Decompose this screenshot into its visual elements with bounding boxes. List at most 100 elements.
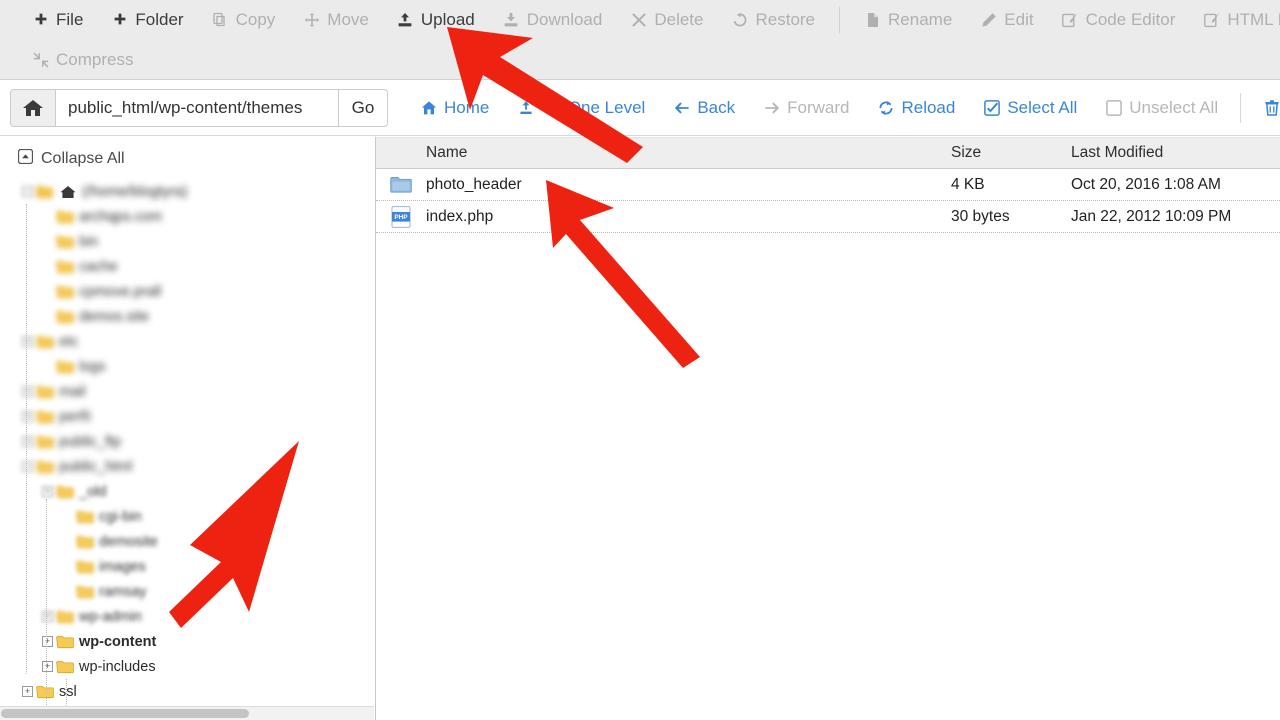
tree-expander[interactable] bbox=[62, 511, 73, 522]
tree-expander[interactable]: + bbox=[42, 486, 53, 497]
go-button[interactable]: Go bbox=[339, 88, 388, 127]
toolbar-button-label: Delete bbox=[654, 10, 704, 29]
tree-node-cpmove-prall[interactable]: cpmove.prall bbox=[0, 279, 375, 304]
column-header-size[interactable]: Size bbox=[951, 144, 1071, 162]
tree-node-public-ftp[interactable]: + public_ftp bbox=[0, 429, 375, 454]
folder-icon bbox=[56, 660, 74, 674]
toolbar-button-label: Edit bbox=[1004, 10, 1034, 29]
tree-node-ramsay[interactable]: ramsay bbox=[0, 579, 375, 604]
path-and-nav-bar: public_html/wp-content/themes Go Home Up … bbox=[0, 80, 1280, 136]
tree-expander[interactable]: + bbox=[22, 686, 33, 697]
tree-expander[interactable] bbox=[42, 211, 53, 222]
nav-button-unselect-all: Unselect All bbox=[1091, 89, 1232, 127]
tree-node-perl5[interactable]: + perl5 bbox=[0, 404, 375, 429]
tree-node-label: bin bbox=[79, 233, 99, 250]
file-modified: Jan 22, 2012 10:09 PM bbox=[1071, 207, 1232, 225]
column-header-last-modified[interactable]: Last Modified bbox=[1071, 144, 1280, 162]
tree-node-label: ramsay bbox=[99, 583, 147, 600]
nav-button-label: Home bbox=[444, 97, 490, 117]
tree-expander[interactable] bbox=[62, 561, 73, 572]
compress-icon bbox=[32, 52, 49, 69]
tree-expander[interactable] bbox=[62, 586, 73, 597]
copy-icon bbox=[212, 12, 229, 29]
nav-button-reload[interactable]: Reload bbox=[863, 89, 969, 127]
nav-button-view-trash[interactable]: View Trash bbox=[1249, 89, 1280, 127]
tree-node-archqps-com[interactable]: archqps.com bbox=[0, 204, 375, 229]
file-name[interactable]: index.php bbox=[426, 208, 951, 226]
nav-button-label: Back bbox=[697, 97, 736, 117]
tree-guide-line bbox=[46, 499, 48, 720]
file-size: 4 KB bbox=[951, 175, 985, 193]
tree-node-label: public_html bbox=[59, 458, 133, 475]
toolbar-separator bbox=[839, 7, 841, 33]
toolbar-button-delete: Delete bbox=[616, 3, 717, 37]
svg-text:PHP: PHP bbox=[394, 214, 408, 221]
collapse-all-button[interactable]: Collapse All bbox=[0, 137, 375, 179]
toolbar-button-folder[interactable]: Folder bbox=[97, 3, 197, 37]
toolbar-button-label: Folder bbox=[135, 10, 184, 29]
toolbar-button-upload[interactable]: Upload bbox=[383, 3, 489, 37]
tree-node-mail[interactable]: + mail bbox=[0, 379, 375, 404]
home-folder-icon bbox=[36, 185, 54, 199]
home-icon[interactable] bbox=[10, 88, 55, 127]
toolbar-button-label: Restore bbox=[755, 10, 816, 29]
nav-button-home[interactable]: Home bbox=[406, 89, 503, 127]
toolbar-button-label: Upload bbox=[420, 10, 475, 29]
tree-expander[interactable]: − bbox=[22, 186, 33, 197]
tree-expander[interactable] bbox=[42, 236, 53, 247]
toolbar-button-label: Copy bbox=[235, 10, 276, 29]
directory-tree-sidebar: Collapse All − (/home/blogtyra) archqps.co… bbox=[0, 137, 376, 720]
sidebar-horizontal-scrollbar[interactable] bbox=[0, 706, 374, 720]
path-input[interactable]: public_html/wp-content/themes bbox=[55, 88, 339, 127]
toolbar-button-label: Code Editor bbox=[1085, 10, 1176, 29]
arrow-right-icon bbox=[763, 99, 780, 116]
tree-node-cache[interactable]: cache bbox=[0, 254, 375, 279]
tree-node-label: wp-includes bbox=[79, 658, 156, 675]
folder-icon bbox=[76, 535, 94, 549]
tree-node-cgi-bin[interactable]: cgi-bin bbox=[0, 504, 375, 529]
tree-expander[interactable] bbox=[42, 311, 53, 322]
trash-icon bbox=[1263, 99, 1280, 116]
tree-node-label: archqps.com bbox=[79, 208, 163, 225]
tree-node-wp-content[interactable]: + wp-content bbox=[0, 629, 375, 654]
file-name[interactable]: photo_header bbox=[426, 176, 951, 194]
tree-node-label: (/home/blogtyra) bbox=[82, 183, 188, 200]
nav-button-label: Reload bbox=[901, 97, 956, 117]
tree-node-images[interactable]: images bbox=[0, 554, 375, 579]
tree-node-home-blogtyra[interactable]: − (/home/blogtyra) bbox=[0, 179, 375, 204]
file-list-header: Name Size Last Modified bbox=[376, 137, 1280, 169]
table-row[interactable]: PHP index.php 30 bytes Jan 22, 2012 10:09 P… bbox=[376, 201, 1280, 233]
scrollbar-thumb[interactable] bbox=[1, 709, 249, 718]
tree-node-label: logs bbox=[79, 358, 106, 375]
close-x-icon bbox=[630, 12, 647, 29]
tree-node-label: cache bbox=[79, 258, 118, 275]
html-editor-icon bbox=[1203, 12, 1220, 29]
toolbar-button-file[interactable]: File bbox=[18, 3, 97, 37]
path-control-group: public_html/wp-content/themes Go bbox=[10, 88, 388, 127]
tree-guide-line bbox=[26, 204, 28, 674]
tree-expander[interactable] bbox=[42, 261, 53, 272]
tree-node-etc[interactable]: + etc bbox=[0, 329, 375, 354]
nav-button-up-one-level[interactable]: Up One Level bbox=[503, 89, 659, 127]
tree-expander[interactable] bbox=[42, 286, 53, 297]
tree-node-wp-includes[interactable]: + wp-includes bbox=[0, 654, 375, 679]
tree-node-ssl[interactable]: + ssl bbox=[0, 679, 375, 704]
folder-icon bbox=[56, 310, 74, 324]
tree-node-demosite[interactable]: demosite bbox=[0, 529, 375, 554]
tree-node-old[interactable]: + _old bbox=[0, 479, 375, 504]
table-row[interactable]: photo_header 4 KB Oct 20, 2016 1:08 AM bbox=[376, 169, 1280, 201]
tree-node-label: wp-content bbox=[79, 633, 157, 650]
tree-expander[interactable] bbox=[62, 536, 73, 547]
tree-node-public-html[interactable]: − public_html bbox=[0, 454, 375, 479]
tree-node-logs[interactable]: logs bbox=[0, 354, 375, 379]
tree-node-wp-admin[interactable]: + wp-admin bbox=[0, 604, 375, 629]
toolbar-button-copy: Copy bbox=[198, 3, 290, 37]
tree-node-demos-site[interactable]: demos.site bbox=[0, 304, 375, 329]
nav-button-select-all[interactable]: Select All bbox=[969, 89, 1091, 127]
folder-icon bbox=[56, 210, 74, 224]
column-header-name[interactable]: Name bbox=[426, 144, 951, 162]
tree-expander[interactable] bbox=[42, 361, 53, 372]
tree-node-label: wp-admin bbox=[79, 608, 142, 625]
tree-node-bin[interactable]: bin bbox=[0, 229, 375, 254]
nav-button-back[interactable]: Back bbox=[659, 89, 749, 127]
